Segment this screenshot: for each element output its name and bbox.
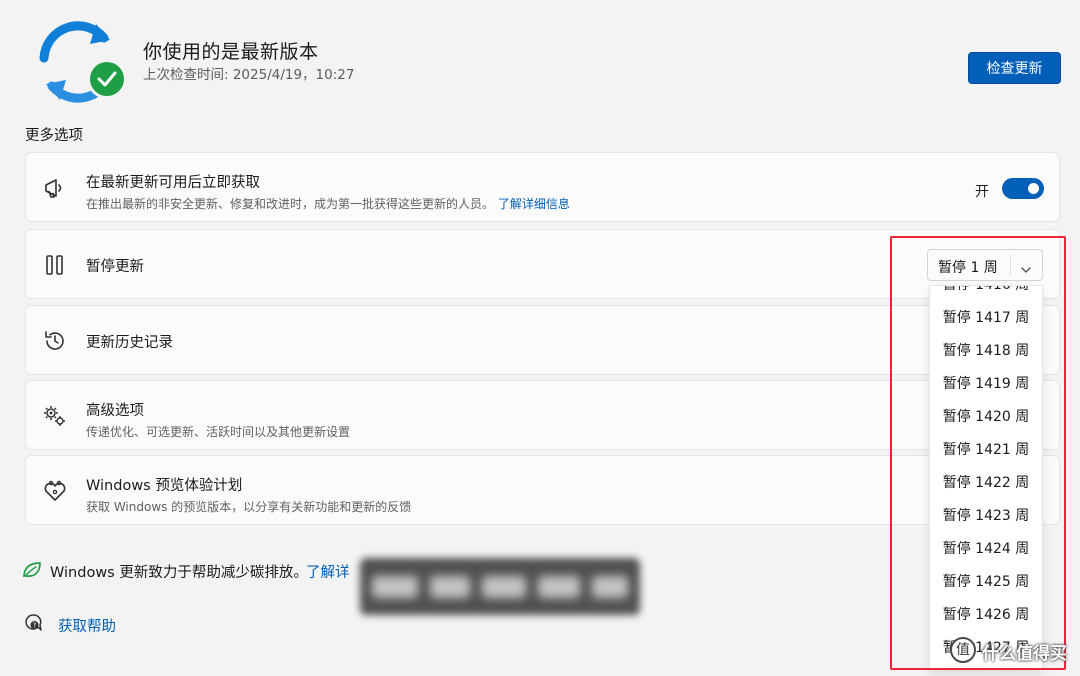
check-icon [90, 62, 124, 96]
pause-option[interactable]: 暂停 1420 周 [930, 401, 1042, 434]
blur-blob [538, 576, 580, 598]
gears-icon [42, 404, 68, 428]
get-latest-desc: 在推出最新的非安全更新、修复和改进时，成为第一批获得这些更新的人员。 了解详细信… [86, 195, 570, 212]
pause-option[interactable]: 暂停 1423 周 [930, 500, 1042, 533]
pause-option[interactable]: 暂停 1426 周 [930, 599, 1042, 632]
pause-updates-card: 暂停更新 [25, 229, 1060, 299]
get-help-link[interactable]: 获取帮助 [58, 615, 116, 636]
learn-more-link[interactable]: 了解详细信息 [498, 197, 570, 211]
carbon-statement: Windows 更新致力于帮助减少碳排放。 [50, 565, 308, 581]
svg-text:?: ? [33, 622, 37, 630]
update-history-card[interactable]: 更新历史记录 [25, 305, 1060, 375]
pause-option[interactable]: 暂停 1425 周 [930, 566, 1042, 599]
leaf-icon [22, 561, 42, 579]
select-divider [1010, 254, 1011, 276]
blur-blob [592, 576, 628, 598]
pause-duration-select[interactable]: 暂停 1 周 [927, 249, 1043, 281]
pause-option[interactable]: 暂停 1416 周 [930, 286, 1042, 302]
insider-program-title: Windows 预览体验计划 [86, 478, 243, 494]
insider-program-card[interactable]: Windows 预览体验计划 获取 Windows 的预览版本，以分享有关新功能… [25, 455, 1060, 525]
pause-option[interactable]: 暂停 1422 周 [930, 467, 1042, 500]
blur-blob [372, 576, 418, 598]
pause-option[interactable]: 暂停 1419 周 [930, 368, 1042, 401]
toggle-state-label: 开 [975, 184, 989, 200]
get-latest-card: 在最新更新可用后立即获取 在推出最新的非安全更新、修复和改进时，成为第一批获得这… [25, 152, 1060, 222]
carbon-learn-more-link[interactable]: 了解详 [306, 561, 350, 582]
get-latest-title: 在最新更新可用后立即获取 [86, 175, 260, 191]
help-icon: ? [23, 613, 43, 633]
pause-option[interactable]: 暂停 1418 周 [930, 335, 1042, 368]
pause-option[interactable]: 暂停 1417 周 [930, 302, 1042, 335]
advanced-options-title: 高级选项 [86, 403, 144, 419]
pause-option-list: 暂停 1416 周暂停 1417 周暂停 1418 周暂停 1419 周暂停 1… [930, 286, 1042, 665]
pause-duration-dropdown[interactable]: 暂停 1416 周暂停 1417 周暂停 1418 周暂停 1419 周暂停 1… [929, 285, 1043, 670]
page-title: 你使用的是最新版本 [143, 41, 319, 63]
blur-blob [482, 576, 526, 598]
advanced-options-desc: 传递优化、可选更新、活跃时间以及其他更新设置 [86, 425, 351, 439]
megaphone-icon [42, 176, 68, 200]
get-latest-toggle[interactable] [1002, 178, 1044, 199]
chevron-down-icon [1020, 260, 1032, 273]
pause-icon [42, 253, 68, 277]
sync-icon [30, 14, 128, 110]
pause-duration-value: 暂停 1 周 [938, 260, 998, 276]
watermark-site-name: 什么值得买 [982, 644, 1067, 664]
check-updates-button[interactable]: 检查更新 [968, 52, 1061, 84]
toggle-knob [1028, 183, 1039, 194]
update-history-title: 更新历史记录 [86, 335, 173, 351]
get-latest-desc-text: 在推出最新的非安全更新、修复和改进时，成为第一批获得这些更新的人员。 [86, 197, 495, 211]
history-icon [42, 329, 68, 353]
blur-blob [430, 576, 470, 598]
watermark-logo: 值 [950, 637, 976, 663]
blurred-region [360, 558, 640, 615]
more-options-label: 更多选项 [25, 128, 83, 144]
pause-option[interactable]: 暂停 1421 周 [930, 434, 1042, 467]
last-checked-text: 上次检查时间: 2025/4/19，10:27 [143, 67, 355, 83]
heart-people-icon [42, 479, 68, 503]
advanced-options-card[interactable]: 高级选项 传递优化、可选更新、活跃时间以及其他更新设置 [25, 380, 1060, 450]
insider-program-desc: 获取 Windows 的预览版本，以分享有关新功能和更新的反馈 [86, 500, 412, 514]
pause-updates-title: 暂停更新 [86, 259, 144, 275]
pause-option[interactable]: 暂停 1424 周 [930, 533, 1042, 566]
